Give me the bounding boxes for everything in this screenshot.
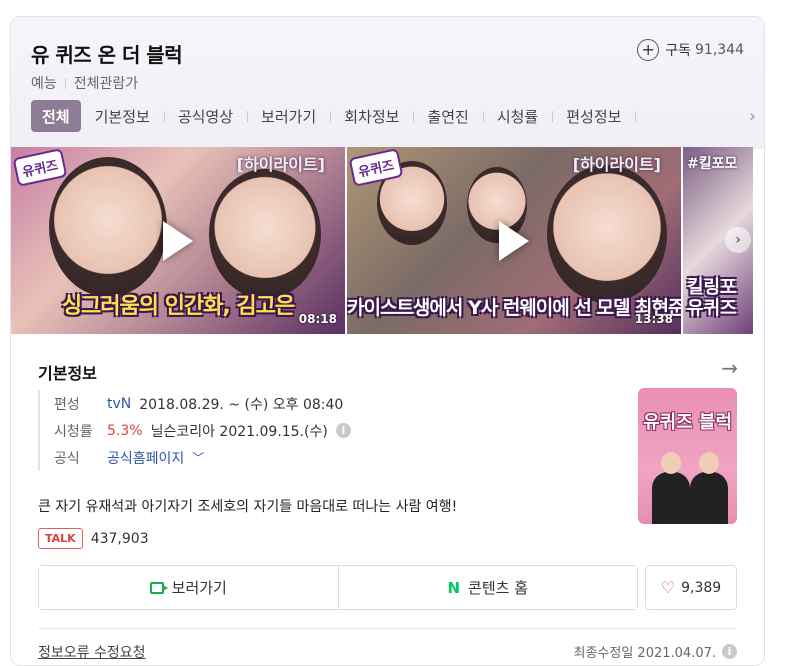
video-thumbnail[interactable]: 유퀴즈 [하이라이트] 카이스트생에서 Y사 런웨이에 선 모델 최현준 13:… (347, 147, 681, 334)
tab-episodes[interactable]: 회차정보 (330, 100, 413, 132)
viewership-value-group: 5.3% 닐슨코리아 2021.09.15.(수) i (107, 421, 351, 441)
last-modified-text: 최종수정일 2021.04.07. (573, 646, 717, 661)
talk-count: 437,903 (90, 530, 149, 547)
info-icon[interactable]: i (722, 644, 737, 659)
action-bar: 보러가기 N 콘텐츠 홈 ♡ 9,389 (38, 565, 737, 610)
broadcast-row: 편성 tvN 2018.08.29. ~ (수) 오후 08:40 (54, 390, 351, 417)
video-tag: [하이라이트] (572, 155, 661, 174)
last-modified: 최종수정일 2021.04.07. i (573, 642, 737, 661)
tab-basic-info[interactable]: 기본정보 (81, 100, 164, 132)
basic-info-section: 기본정보 → 편성 tvN 2018.08.29. ~ (수) 오후 08:40… (11, 334, 764, 665)
tab-overflow (635, 100, 665, 132)
genre-label: 예능 (31, 76, 57, 92)
video-caption: 카이스트생에서 Y사 런웨이에 선 모델 최현준 (347, 297, 681, 319)
video-carousel: 유퀴즈 [하이라이트] 싱그러움의 인간화, 김고은 08:18 유퀴즈 [하이… (11, 147, 764, 334)
program-description: 큰 자기 유재석과 아기자기 조세호의 자기들 마음대로 떠나는 사람 여행! (38, 499, 458, 515)
poster-person (652, 452, 690, 524)
video-camera-icon (149, 581, 168, 594)
rating-label: 전체관람가 (73, 76, 139, 92)
thumbnail-face (49, 157, 167, 297)
info-rows: 편성 tvN 2018.08.29. ~ (수) 오후 08:40 시청률 5.… (38, 390, 351, 471)
like-button[interactable]: ♡ 9,389 (645, 565, 737, 610)
content-home-button[interactable]: N 콘텐츠 홈 (337, 566, 637, 609)
schedule-text: 2018.08.29. ~ (수) 오후 08:40 (139, 396, 344, 413)
poster-person (690, 452, 728, 524)
viewership-value: 5.3% (107, 422, 143, 439)
section-title: 기본정보 (38, 364, 97, 383)
video-tag: #킬포모 (687, 156, 738, 172)
card-header: 유 퀴즈 온 더 블럭 + 구독 91,344 예능 전체관람가 전체 기본정보… (11, 17, 764, 149)
broadcast-label: 편성 (54, 396, 80, 413)
action-button-group: 보러가기 N 콘텐츠 홈 (38, 565, 638, 610)
arrow-right-icon[interactable]: → (721, 356, 738, 380)
program-title[interactable]: 유 퀴즈 온 더 블럭 (31, 39, 183, 68)
heart-icon: ♡ (660, 578, 676, 597)
content-home-label: 콘텐츠 홈 (468, 579, 529, 597)
program-card: 유 퀴즈 온 더 블럭 + 구독 91,344 예능 전체관람가 전체 기본정보… (10, 16, 765, 666)
subscribe-button[interactable]: + 구독 91,344 (637, 39, 744, 61)
chevron-right-icon[interactable]: › (725, 227, 751, 253)
tab-all[interactable]: 전체 (31, 100, 81, 132)
thumbnail-face (547, 165, 667, 303)
viewership-label: 시청률 (54, 423, 93, 440)
video-caption: 킬링포 유퀴즈 (687, 276, 737, 320)
like-count: 9,389 (681, 579, 722, 596)
official-link-group[interactable]: 공식홈페이지 ﹀ (107, 448, 204, 468)
watch-button[interactable]: 보러가기 (39, 566, 338, 609)
info-icon[interactable]: i (335, 423, 351, 438)
program-poster[interactable]: 유퀴즈 블럭 (638, 388, 737, 524)
play-icon[interactable] (499, 220, 529, 261)
official-label: 공식 (54, 450, 80, 467)
footer-divider (38, 628, 737, 629)
tab-ratings[interactable]: 시청률 (482, 100, 552, 132)
broadcast-value: tvN 2018.08.29. ~ (수) 오후 08:40 (107, 394, 343, 414)
video-thumbnail[interactable]: #킬포모 킬링포 유퀴즈 › (683, 147, 753, 334)
chevron-right-icon[interactable]: › (749, 106, 756, 127)
video-caption: 싱그러움의 인간화, 김고은 (61, 294, 295, 319)
program-meta: 예능 전체관람가 (31, 73, 138, 93)
thumbnail-face (209, 169, 321, 299)
subscribe-count: 91,344 (695, 42, 744, 58)
plus-icon: + (637, 39, 660, 61)
poster-title: 유퀴즈 블럭 (642, 412, 733, 433)
tab-bar: 전체 기본정보 공식영상 보러가기 회차정보 출연진 시청률 편성정보 › (31, 100, 764, 132)
video-duration: 13:38 (634, 312, 673, 326)
report-error-link[interactable]: 정보오류 수정요청 (38, 642, 146, 662)
subscribe-label: 구독 (665, 43, 691, 59)
official-row: 공식 공식홈페이지 ﹀ (54, 444, 351, 471)
video-duration: 08:18 (298, 312, 337, 326)
channel-link[interactable]: tvN (107, 396, 131, 412)
video-tag: [하이라이트] (236, 155, 325, 174)
tab-cast[interactable]: 출연진 (413, 100, 482, 132)
tab-official-video[interactable]: 공식영상 (163, 100, 247, 132)
meta-divider (64, 77, 66, 89)
viewership-source: 닐슨코리아 2021.09.15.(수) (150, 423, 328, 440)
video-thumbnail[interactable]: 유퀴즈 [하이라이트] 싱그러움의 인간화, 김고은 08:18 (11, 147, 345, 334)
chevron-down-icon[interactable]: ﹀ (192, 449, 204, 466)
watch-label: 보러가기 (171, 579, 227, 597)
tab-watch[interactable]: 보러가기 (247, 100, 330, 132)
official-homepage-link[interactable]: 공식홈페이지 (107, 448, 184, 468)
tab-schedule[interactable]: 편성정보 (552, 100, 635, 132)
viewership-row: 시청률 5.3% 닐슨코리아 2021.09.15.(수) i (54, 417, 351, 444)
talk-badge[interactable]: TALK (38, 528, 83, 549)
play-icon[interactable] (163, 220, 193, 261)
talk-row[interactable]: TALK 437,903 (38, 528, 149, 549)
video-badge: 유퀴즈 (12, 148, 68, 187)
naver-n-icon: N (447, 578, 461, 597)
